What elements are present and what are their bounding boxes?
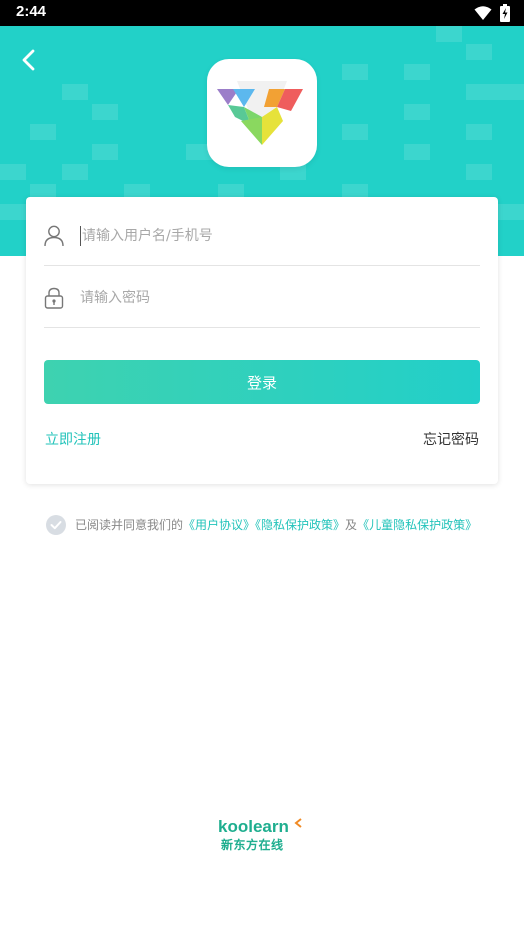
- privacy-policy-link[interactable]: 《隐私保护政策》: [255, 518, 345, 532]
- password-input[interactable]: [80, 285, 470, 311]
- agreement-conjunction: 及: [345, 518, 358, 532]
- user-icon: [44, 225, 64, 247]
- agreement-text: 已阅读并同意我们的《用户协议》《隐私保护政策》及《儿童隐私保护政策》: [75, 516, 485, 535]
- back-icon[interactable]: [14, 44, 46, 76]
- status-icons: [474, 4, 510, 22]
- password-field: [44, 267, 480, 328]
- app-logo: [207, 59, 317, 167]
- agreement-prefix: 已阅读并同意我们的: [75, 518, 184, 532]
- login-button[interactable]: 登录: [44, 360, 480, 404]
- battery-icon: [500, 4, 510, 22]
- username-input[interactable]: [80, 226, 472, 246]
- child-privacy-link[interactable]: 《儿童隐私保护政策》: [357, 518, 477, 532]
- lock-icon: [44, 287, 64, 309]
- agree-checkbox[interactable]: [46, 515, 66, 535]
- user-agreement-link[interactable]: 《用户协议》: [183, 518, 255, 532]
- login-card: 登录 立即注册 忘记密码: [26, 197, 498, 484]
- forgot-password-link[interactable]: 忘记密码: [423, 429, 479, 449]
- username-field: [44, 205, 480, 266]
- status-time: 2:44: [16, 3, 47, 20]
- wifi-icon: [474, 6, 492, 20]
- brand-chinese: 新东方在线: [221, 838, 284, 852]
- register-link[interactable]: 立即注册: [45, 429, 101, 449]
- logo-v-icon: [217, 81, 303, 145]
- check-icon: [50, 521, 62, 530]
- brand-chevron-icon: [294, 818, 302, 828]
- brand-logo: koolearn 新东方在线: [218, 818, 308, 858]
- status-bar: 2:44: [0, 0, 524, 26]
